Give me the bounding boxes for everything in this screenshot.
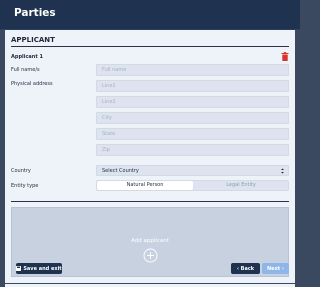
save-and-exit-label: Save and exit bbox=[23, 265, 62, 272]
entity-type-toggle: Natural Person Legal Entity bbox=[96, 180, 289, 191]
full-name-label: Full name/s bbox=[11, 67, 40, 73]
save-and-exit-button[interactable]: Save and exit bbox=[16, 263, 62, 274]
add-applicant-label: Add applicant bbox=[131, 238, 169, 244]
applicant-divider bbox=[11, 201, 289, 202]
trash-icon[interactable] bbox=[281, 52, 289, 61]
page-title: Parties bbox=[14, 7, 56, 19]
zip-input[interactable] bbox=[96, 144, 289, 156]
footer-divider bbox=[5, 283, 295, 284]
next-button[interactable]: Next › bbox=[262, 263, 289, 274]
country-select[interactable]: Select Country bbox=[96, 165, 289, 176]
save-icon bbox=[16, 266, 22, 271]
parties-card: APPLICANT Applicant 1 Full name/s Physic… bbox=[5, 30, 295, 287]
city-input[interactable] bbox=[96, 112, 289, 124]
full-name-input[interactable] bbox=[96, 64, 289, 76]
section-title: APPLICANT bbox=[11, 36, 55, 44]
country-selected-value: Select Country bbox=[102, 168, 139, 174]
back-button[interactable]: ‹ Back bbox=[231, 263, 260, 274]
address-line1-input[interactable] bbox=[96, 80, 289, 92]
state-input[interactable] bbox=[96, 128, 289, 140]
physical-address-label: Physical address bbox=[11, 81, 53, 87]
section-divider bbox=[11, 46, 289, 47]
app-header: Parties bbox=[0, 0, 300, 30]
next-label: Next › bbox=[267, 265, 284, 272]
address-line2-input[interactable] bbox=[96, 96, 289, 108]
back-label: ‹ Back bbox=[236, 265, 255, 272]
plus-circle-icon bbox=[143, 248, 158, 263]
entity-option-legal-entity[interactable]: Legal Entity bbox=[193, 181, 289, 190]
country-label: Country bbox=[11, 168, 31, 174]
applicant-label: Applicant 1 bbox=[11, 54, 43, 60]
entity-type-label: Entity type bbox=[11, 183, 39, 189]
select-arrows-icon bbox=[281, 168, 284, 174]
entity-option-natural-person[interactable]: Natural Person bbox=[97, 181, 193, 190]
